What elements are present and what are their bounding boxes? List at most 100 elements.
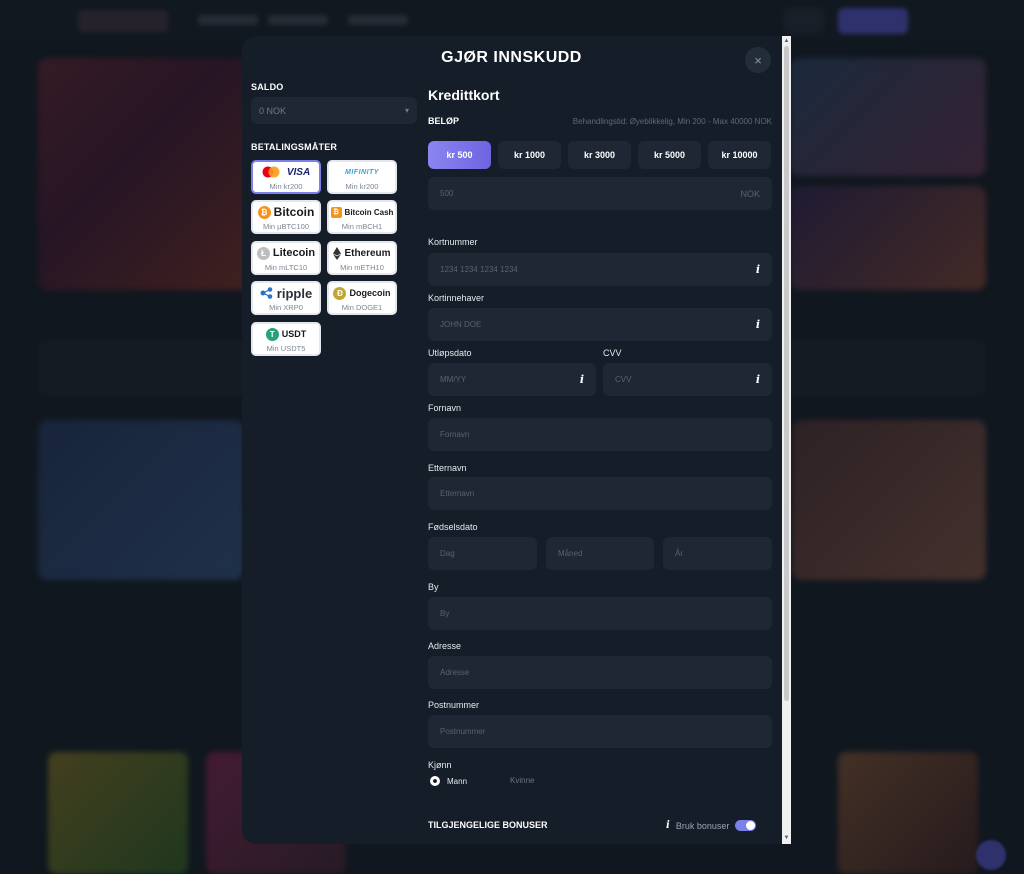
modal-scrollbar-thumb[interactable]: [784, 46, 789, 701]
payment-methods-label: BETALINGSMÅTER: [251, 142, 338, 152]
litecoin-logo: Ł Litecoin: [256, 245, 316, 262]
card-number-field[interactable]: 1234 1234 1234 1234 i: [428, 253, 772, 286]
usdt-label: USDT: [281, 329, 307, 339]
card-number-label: Kortnummer: [428, 237, 478, 247]
last-name-label: Etternavn: [428, 463, 467, 473]
payment-method-ripple[interactable]: ripple Min XRP0: [251, 281, 321, 315]
payment-method-min: Min mLTC10: [264, 262, 308, 272]
city-field[interactable]: By: [428, 597, 772, 630]
card-holder-placeholder: JOHN DOE: [440, 320, 482, 329]
amount-chip-5000[interactable]: kr 5000: [638, 141, 701, 169]
bitcoin-cash-icon: ₿: [330, 206, 342, 218]
first-name-placeholder: Fornavn: [440, 430, 470, 439]
balance-select[interactable]: 0 NOK ▾: [251, 97, 417, 124]
dogecoin-icon: Ð: [333, 286, 347, 300]
amount-chip-10000[interactable]: kr 10000: [708, 141, 771, 169]
gender-male-label: Mann: [447, 776, 468, 786]
close-icon: ×: [754, 52, 762, 68]
gender-female-label: Kvinne: [510, 776, 535, 785]
litecoin-icon: Ł: [256, 246, 270, 260]
birth-date-label: Fødselsdato: [428, 522, 478, 532]
amount-label: BELØP: [428, 116, 460, 126]
form-title: Kredittkort: [428, 87, 500, 103]
amount-chip-500[interactable]: kr 500: [428, 141, 491, 169]
info-icon[interactable]: i: [666, 820, 670, 831]
payment-method-litecoin[interactable]: Ł Litecoin Min mLTC10: [251, 241, 321, 275]
modal-title: GJØR INNSKUDD: [441, 49, 582, 66]
ethereum-logo: Ethereum: [333, 245, 391, 262]
use-bonuses-control: i Bruk bonuser: [666, 820, 757, 831]
payment-method-ethereum[interactable]: Ethereum Min mETH10: [327, 241, 397, 275]
payment-method-min: Min USDT5: [266, 343, 306, 353]
postcode-label: Postnummer: [428, 700, 480, 710]
cvv-placeholder: CVV: [615, 375, 632, 384]
bitcoin-cash-label: Bitcoin Cash: [344, 207, 394, 217]
info-icon[interactable]: i: [756, 263, 760, 276]
close-button[interactable]: ×: [745, 47, 771, 73]
address-field[interactable]: Adresse: [428, 656, 772, 689]
info-icon[interactable]: i: [756, 373, 760, 386]
address-placeholder: Adresse: [440, 668, 470, 677]
info-icon[interactable]: i: [756, 318, 760, 331]
last-name-placeholder: Etternavn: [440, 489, 475, 498]
dogecoin-label: Dogecoin: [349, 288, 391, 298]
payment-method-bitcoin[interactable]: ₿ Bitcoin Min µBTC100: [251, 200, 321, 234]
scroll-down-icon[interactable]: ▼: [782, 834, 791, 843]
payment-method-bitcoin-cash[interactable]: ₿ Bitcoin Cash Min mBCH1: [327, 200, 397, 234]
birth-day-field[interactable]: Dag: [428, 537, 537, 570]
city-label: By: [428, 582, 439, 592]
birth-month-field[interactable]: Måned: [546, 537, 654, 570]
birth-day-placeholder: Dag: [440, 549, 455, 558]
birth-year-field[interactable]: År: [663, 537, 772, 570]
postcode-placeholder: Postnummer: [440, 727, 486, 736]
gender-male-radio[interactable]: Mann: [430, 776, 467, 786]
payment-method-min: Min mBCH1: [341, 221, 383, 231]
payment-method-usdt[interactable]: T USDT Min USDT5: [251, 322, 321, 356]
ripple-label: ripple: [276, 285, 313, 301]
info-icon[interactable]: i: [580, 373, 584, 386]
tether-icon: T: [265, 327, 279, 341]
last-name-field[interactable]: Etternavn: [428, 477, 772, 510]
payment-method-min: Min mETH10: [340, 262, 384, 272]
expiry-field[interactable]: MM/YY i: [428, 363, 596, 396]
amount-input[interactable]: 500 NOK: [428, 177, 772, 210]
amount-value: 500: [440, 189, 454, 198]
deposit-modal: GJØR INNSKUDD × SALDO 0 NOK ▾ BETALINGSM…: [242, 36, 791, 844]
radio-selected-icon: [430, 776, 440, 786]
ripple-icon: [260, 287, 273, 299]
amount-chip-3000[interactable]: kr 3000: [568, 141, 631, 169]
mifinity-icon: MIFINITY: [345, 164, 379, 181]
city-placeholder: By: [440, 609, 450, 618]
payment-method-min: Min DOGE1: [341, 302, 383, 312]
payment-method-min: Min kr200: [269, 181, 303, 191]
amount-chip-1000[interactable]: kr 1000: [498, 141, 561, 169]
use-bonuses-label: Bruk bonuser: [675, 820, 730, 831]
litecoin-label: Litecoin: [272, 247, 316, 259]
postcode-field[interactable]: Postnummer: [428, 715, 772, 748]
card-holder-field[interactable]: JOHN DOE i: [428, 308, 772, 341]
payment-method-min: Min XRP0: [269, 302, 303, 312]
ethereum-icon: [333, 246, 342, 260]
cvv-field[interactable]: CVV i: [603, 363, 772, 396]
bonuses-label: TILGJENGELIGE BONUSER: [428, 820, 548, 830]
scroll-up-icon[interactable]: ▲: [782, 37, 791, 46]
use-bonuses-toggle[interactable]: [735, 820, 757, 831]
dogecoin-logo: Ð Dogecoin: [333, 285, 391, 302]
mifinity-label: MIFINITY: [345, 168, 379, 176]
bitcoin-label: Bitcoin: [273, 205, 315, 219]
payment-method-dogecoin[interactable]: Ð Dogecoin Min DOGE1: [327, 281, 397, 315]
chevron-down-icon: ▾: [404, 106, 409, 115]
ripple-logo: ripple: [260, 285, 312, 302]
usdt-logo: T USDT: [265, 326, 307, 343]
first-name-label: Fornavn: [428, 403, 462, 413]
bitcoin-icon: ₿: [257, 205, 271, 219]
payment-method-visa[interactable]: VISA Min kr200: [251, 160, 321, 194]
currency-label: NOK: [740, 188, 760, 199]
expiry-label: Utløpsdato: [428, 348, 472, 358]
bitcoin-logo: ₿ Bitcoin: [257, 204, 315, 221]
gender-female-radio[interactable]: Kvinne: [510, 776, 534, 785]
bitcoin-cash-logo: ₿ Bitcoin Cash: [330, 204, 394, 221]
first-name-field[interactable]: Fornavn: [428, 418, 772, 451]
payment-method-mifinity[interactable]: MIFINITY Min kr200: [327, 160, 397, 194]
birth-year-placeholder: År: [675, 549, 683, 558]
